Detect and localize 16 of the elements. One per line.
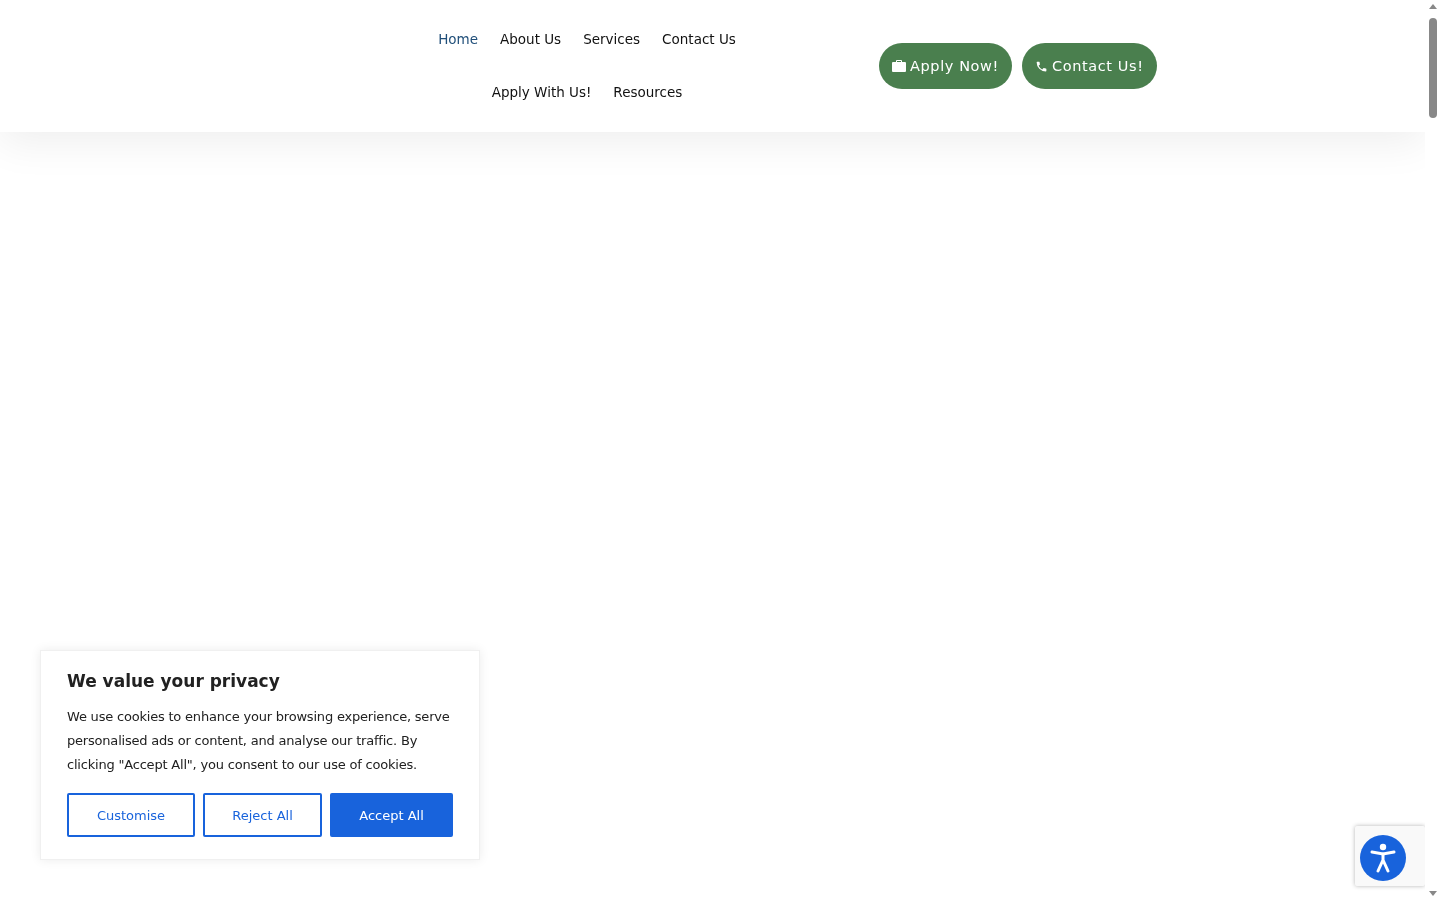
accessibility-icon [1370, 843, 1396, 873]
apply-button[interactable]: Apply Now! [879, 43, 1012, 89]
cookie-text: We use cookies to enhance your browsing experience, serve personalised ads or content, and analyse our traffic. By clicking "Accept All", you consent to our use of cookies. [67, 708, 451, 774]
nav-link[interactable]: Apply With Us! [480, 66, 603, 119]
nav-link[interactable]: Resources [602, 66, 694, 119]
phone-icon [1034, 59, 1048, 73]
nav-link[interactable]: Home [427, 13, 490, 66]
cookie-button[interactable]: Reject All [203, 793, 322, 837]
cookie-button[interactable]: Accept All [330, 793, 453, 837]
nav-link[interactable]: About Us [489, 13, 573, 66]
cookie-button[interactable]: Customise [67, 793, 195, 837]
cookie-title: We value your privacy [67, 671, 281, 691]
nav-link[interactable]: Services [572, 13, 652, 66]
briefcase-icon [892, 60, 906, 72]
nav-link[interactable]: Contact Us [651, 13, 747, 66]
contact-button[interactable]: Contact Us! [1021, 43, 1157, 89]
